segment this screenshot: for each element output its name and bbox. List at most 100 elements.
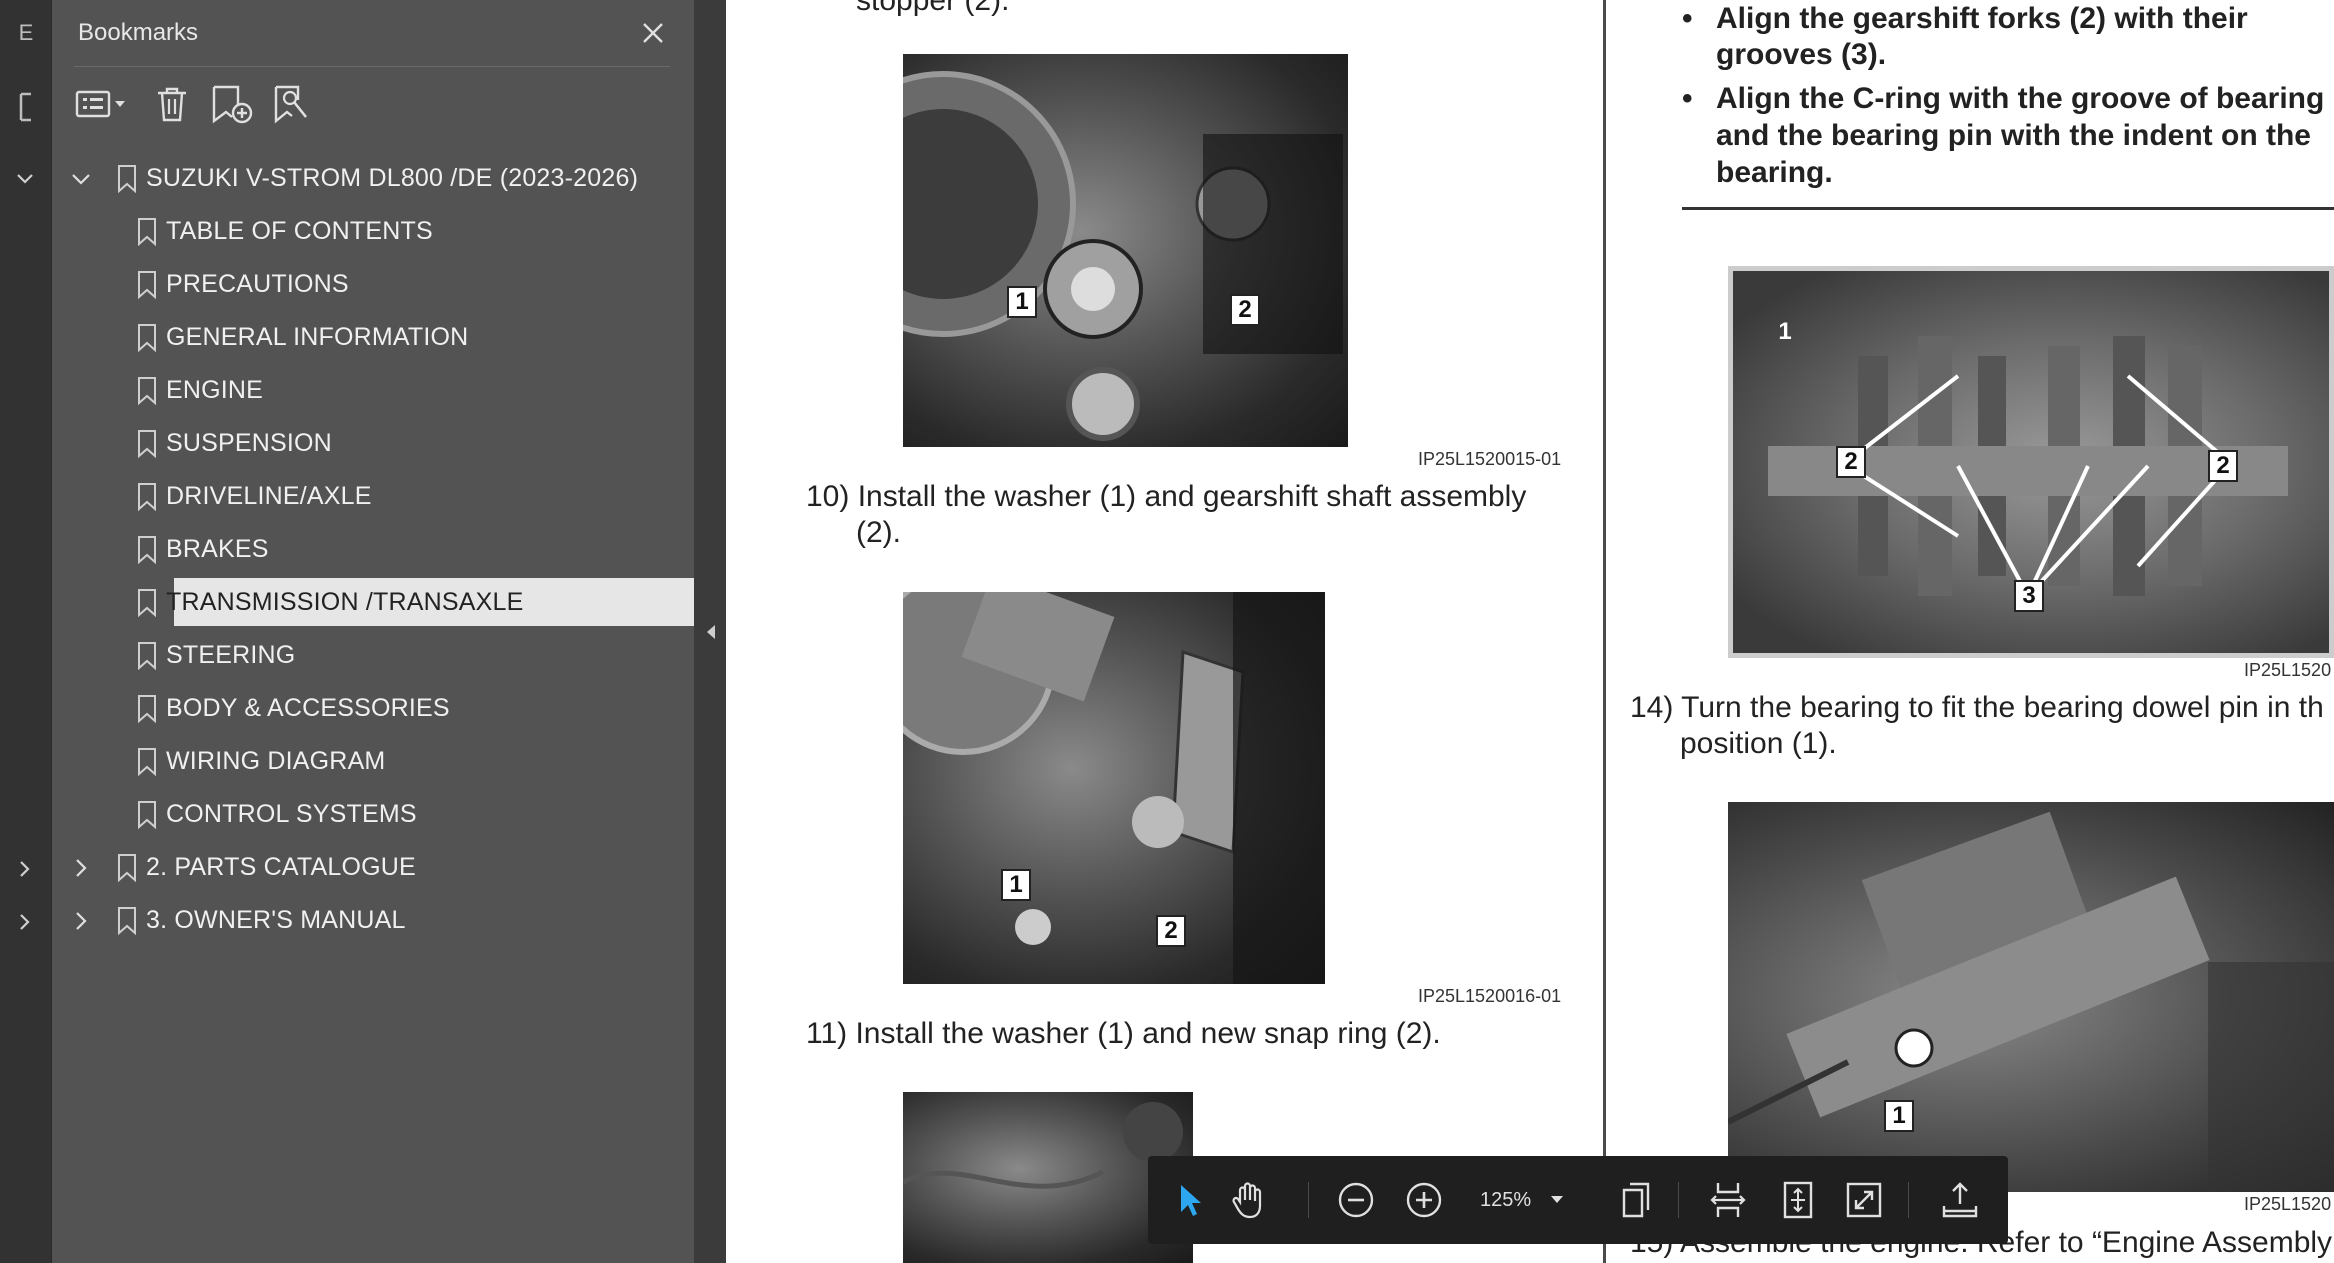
- zoom-in-icon: [1406, 1182, 1442, 1218]
- fit-width-button[interactable]: [1702, 1174, 1754, 1226]
- bookmark-icon: [116, 164, 138, 194]
- bookmark-icon: [136, 323, 158, 353]
- bookmark-item[interactable]: 3. OWNER'S MANUAL: [52, 894, 694, 947]
- bookmark-item[interactable]: GENERAL INFORMATION: [52, 311, 694, 364]
- washer-illustration: [903, 592, 1325, 984]
- doc-text-top: stopper (2).: [856, 0, 1010, 17]
- chevron-right-icon[interactable]: [68, 908, 94, 934]
- zoom-select[interactable]: 125%: [1466, 1178, 1572, 1222]
- floating-toolbar: 125%: [1148, 1156, 2008, 1244]
- callout-1: 1: [1884, 1100, 1914, 1132]
- washer-photo: 1 2: [903, 592, 1325, 984]
- bookmark-label: CONTROL SYSTEMS: [166, 800, 417, 828]
- column-divider: [1603, 0, 1606, 1263]
- bookmark-item[interactable]: SUZUKI V-STROM DL800 /DE (2023-2026): [52, 152, 694, 205]
- bullet-2-line-1: Align the C-ring with the groove of bear…: [1716, 82, 2325, 115]
- chevron-right-icon[interactable]: [68, 855, 94, 881]
- close-panel-button[interactable]: [636, 16, 670, 50]
- gearshift-photo: 1 2: [903, 54, 1348, 447]
- zoom-in-button[interactable]: [1398, 1174, 1450, 1226]
- zoom-out-button[interactable]: [1330, 1174, 1382, 1226]
- add-bookmark-icon: [212, 85, 253, 124]
- bookmark-label: PRECAUTIONS: [166, 270, 349, 298]
- panel-title: Bookmarks: [78, 19, 199, 46]
- callout-1: 1: [1007, 286, 1037, 318]
- hand-tool-icon: [1232, 1182, 1262, 1219]
- image-id-3: IP25L1520: [2244, 660, 2332, 680]
- step-10-cont: (2).: [856, 516, 901, 549]
- page-display-button[interactable]: [1610, 1174, 1662, 1226]
- bookmark-icon: [136, 429, 158, 459]
- bookmark-item[interactable]: SUSPENSION: [52, 417, 694, 470]
- bookmark-label: BODY & ACCESSORIES: [166, 694, 450, 722]
- bookmark-label: WIRING DIAGRAM: [166, 747, 386, 775]
- select-tool-button[interactable]: [1164, 1174, 1216, 1226]
- share-button[interactable]: [1934, 1174, 1986, 1226]
- image-id-4: IP25L1520: [2244, 1194, 2332, 1214]
- bookmark-item[interactable]: 2. PARTS CATALOGUE: [52, 841, 694, 894]
- panel-header: Bookmarks: [78, 12, 670, 54]
- options-menu-button[interactable]: [74, 80, 134, 128]
- callout-1: 1: [1001, 869, 1031, 901]
- bullet-2: •: [1682, 82, 1693, 115]
- bookmark-icon: [136, 694, 158, 724]
- step-11-text: 11) Install the washer (1) and new snap …: [806, 1017, 1441, 1050]
- bookmark-label: SUSPENSION: [166, 429, 332, 457]
- bookmark-item[interactable]: ENGINE: [52, 364, 694, 417]
- chevron-right-icon[interactable]: [14, 858, 36, 880]
- bookmark-item[interactable]: BRAKES: [52, 523, 694, 576]
- bookmark-item[interactable]: DRIVELINE/AXLE: [52, 470, 694, 523]
- bookmark-icon: [116, 853, 138, 883]
- bookmarks-panel: Bookmarks SUZUKI V-STROM DL800 /DE (2023…: [52, 0, 736, 1263]
- callout-1: 1: [1778, 318, 1792, 345]
- bullet-1: •: [1682, 2, 1693, 35]
- bookmarks-toolbar: [74, 78, 312, 130]
- find-bookmark-button[interactable]: [272, 80, 312, 128]
- collapse-panel-icon: [707, 624, 715, 639]
- panel-splitter[interactable]: [694, 0, 726, 1263]
- chevron-down-icon[interactable]: [14, 168, 36, 190]
- bookmark-item[interactable]: WIRING DIAGRAM: [52, 735, 694, 788]
- full-screen-button[interactable]: [1838, 1174, 1890, 1226]
- bookmark-item[interactable]: TRANSMISSION /TRANSAXLE: [52, 576, 736, 629]
- bullet-1-line-2: grooves (3).: [1716, 38, 1887, 71]
- bullet-2-line-3: bearing.: [1716, 156, 1833, 189]
- fit-page-button[interactable]: [1772, 1174, 1824, 1226]
- chevron-right-icon[interactable]: [14, 911, 36, 933]
- step-10-text: 10) Install the washer (1) and gearshift…: [806, 480, 1527, 513]
- toolbar-separator: [1678, 1182, 1679, 1218]
- bookmark-label: DRIVELINE/AXLE: [166, 482, 372, 510]
- bookmark-icon: [136, 376, 158, 406]
- bookmark-label: 2. PARTS CATALOGUE: [146, 853, 416, 881]
- bookmark-icon: [136, 217, 158, 247]
- document-page: stopper (2). 1 2 IP25L1520015-01 10) Ins…: [726, 0, 2334, 1263]
- bookmark-icon: [136, 535, 158, 565]
- gearshift-illustration: [903, 71, 1343, 441]
- fit-width-icon: [1710, 1183, 1746, 1217]
- bookmark-label: 3. OWNER'S MANUAL: [146, 906, 406, 934]
- bookmark-item[interactable]: TABLE OF CONTENTS: [52, 205, 694, 258]
- rail-tab[interactable]: E: [0, 6, 52, 60]
- bookmark-icon: [116, 906, 138, 936]
- zoom-out-icon: [1338, 1182, 1374, 1218]
- chevron-down-icon[interactable]: [68, 166, 94, 192]
- bookmark-item[interactable]: PRECAUTIONS: [52, 258, 694, 311]
- bookmark-label: SUZUKI V-STROM DL800 /DE (2023-2026): [146, 164, 639, 192]
- image-id-1: IP25L1520015-01: [1418, 449, 1562, 469]
- step-14-cont: position (1).: [1680, 727, 1837, 760]
- rail-panel-icon[interactable]: [0, 80, 52, 134]
- new-bookmark-button[interactable]: [210, 80, 254, 128]
- bookmark-label: TABLE OF CONTENTS: [166, 217, 433, 245]
- delete-bookmark-button[interactable]: [152, 80, 192, 128]
- page-display-icon: [1622, 1182, 1650, 1218]
- rail-tab-label: E: [18, 20, 34, 45]
- list-options-icon: [75, 90, 125, 118]
- panel-divider: [74, 66, 670, 67]
- fit-page-icon: [1783, 1181, 1813, 1219]
- bookmark-label: TRANSMISSION /TRANSAXLE: [166, 588, 524, 616]
- bookmark-item[interactable]: STEERING: [52, 629, 694, 682]
- bookmark-item[interactable]: CONTROL SYSTEMS: [52, 788, 694, 841]
- find-bookmark-icon: [274, 85, 308, 124]
- hand-tool-button[interactable]: [1224, 1174, 1276, 1226]
- bookmark-item[interactable]: BODY & ACCESSORIES: [52, 682, 694, 735]
